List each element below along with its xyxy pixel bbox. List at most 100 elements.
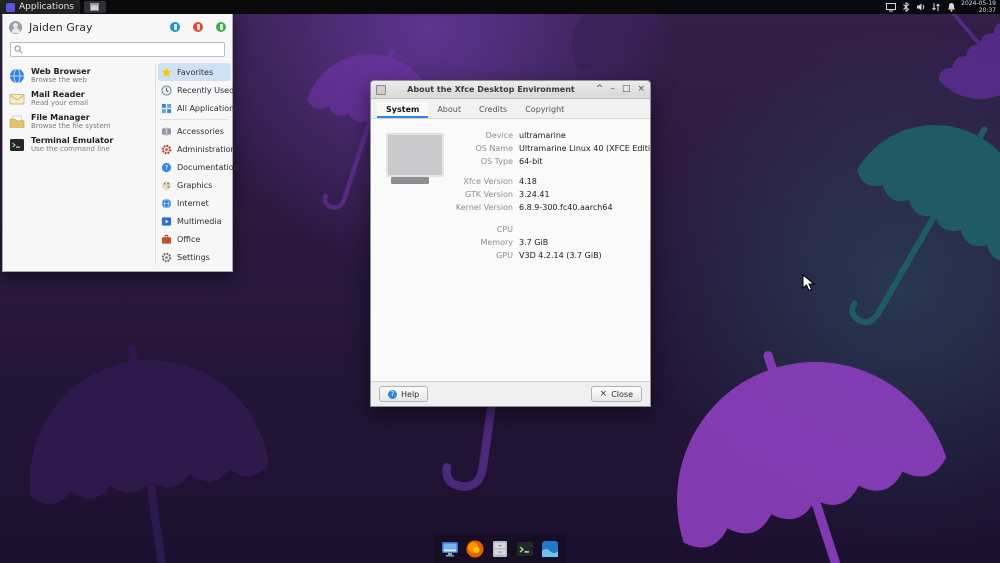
field-row: Device ultramarine bbox=[371, 129, 644, 142]
clock[interactable]: 2024-05-19 20:37 bbox=[961, 0, 996, 14]
maximize-button[interactable]: □ bbox=[622, 85, 631, 94]
web-browser-icon bbox=[9, 68, 25, 84]
launcher-mail-reader[interactable]: Mail Reader Read your email bbox=[7, 87, 153, 110]
accessories-icon bbox=[161, 126, 172, 137]
dock-display-icon[interactable] bbox=[440, 539, 460, 559]
launcher-name: Web Browser bbox=[31, 67, 91, 76]
volume-icon[interactable] bbox=[916, 2, 926, 12]
dock-files-icon[interactable] bbox=[540, 539, 560, 559]
launcher-name: Terminal Emulator bbox=[31, 136, 113, 145]
menu-logout-icon[interactable] bbox=[216, 22, 226, 32]
svg-text:?: ? bbox=[165, 163, 169, 171]
dialog-titlebar[interactable]: About the Xfce Desktop Environment ^ – □… bbox=[371, 81, 650, 99]
mail-icon bbox=[9, 91, 25, 107]
about-dialog: About the Xfce Desktop Environment ^ – □… bbox=[370, 80, 651, 407]
dock-terminal-icon[interactable] bbox=[515, 539, 535, 559]
launcher-file-manager[interactable]: File Manager Browse the file system bbox=[7, 110, 153, 133]
shade-button[interactable]: ^ bbox=[596, 85, 604, 94]
dock-file-cabinet-icon[interactable] bbox=[490, 539, 510, 559]
applications-label: Applications bbox=[19, 2, 74, 12]
notifications-bell-icon[interactable] bbox=[946, 2, 956, 12]
bluetooth-icon[interactable] bbox=[901, 2, 911, 12]
help-icon: ? bbox=[388, 390, 397, 399]
category-recently-used[interactable]: Recently Used bbox=[158, 81, 231, 99]
menu-lock-icon[interactable] bbox=[193, 22, 203, 32]
minimize-button[interactable]: – bbox=[610, 85, 615, 94]
category-office[interactable]: Office bbox=[158, 230, 231, 248]
window-icon bbox=[90, 3, 99, 11]
close-icon: × bbox=[600, 389, 608, 399]
taskbar-window-button[interactable] bbox=[84, 1, 106, 13]
field-row: Memory 3.7 GiB bbox=[371, 236, 644, 249]
top-panel: Applications 2024-05-19 20:37 bbox=[0, 0, 1000, 14]
display-tray-icon[interactable] bbox=[886, 2, 896, 12]
launcher-terminal[interactable]: Terminal Emulator Use the command line bbox=[7, 133, 153, 156]
graphics-icon bbox=[161, 180, 172, 191]
search-input[interactable] bbox=[26, 44, 224, 55]
category-separator bbox=[160, 119, 229, 120]
tab-about[interactable]: About bbox=[428, 102, 470, 118]
tab-system[interactable]: System bbox=[377, 102, 428, 118]
launcher-desc: Read your email bbox=[31, 99, 88, 107]
category-all-applications[interactable]: All Applications bbox=[158, 99, 231, 117]
dialog-footer: ? Help × Close bbox=[371, 381, 650, 406]
office-icon bbox=[161, 234, 172, 245]
category-administration[interactable]: Administration bbox=[158, 140, 231, 158]
multimedia-icon bbox=[161, 216, 172, 227]
system-tray: 2024-05-19 20:37 bbox=[886, 0, 1000, 14]
mouse-cursor bbox=[802, 274, 816, 292]
category-documentation[interactable]: ? Documentation bbox=[158, 158, 231, 176]
field-row: GTK Version 3.24.41 bbox=[371, 188, 644, 201]
field-row: OS Type 64-bit bbox=[371, 155, 644, 168]
category-favorites[interactable]: Favorites bbox=[158, 63, 231, 81]
globe-icon bbox=[161, 198, 172, 209]
category-graphics[interactable]: Graphics bbox=[158, 176, 231, 194]
help-button[interactable]: ? Help bbox=[379, 386, 428, 402]
category-settings[interactable]: Settings bbox=[158, 248, 231, 266]
dock-firefox-icon[interactable] bbox=[465, 539, 485, 559]
launcher-name: Mail Reader bbox=[31, 90, 88, 99]
launcher-name: File Manager bbox=[31, 113, 111, 122]
dock bbox=[433, 534, 567, 563]
star-icon bbox=[161, 67, 172, 78]
distro-logo-icon bbox=[6, 3, 15, 12]
search-field[interactable] bbox=[10, 42, 225, 57]
launcher-desc: Browse the file system bbox=[31, 122, 111, 130]
field-row: Xfce Version 4.18 bbox=[371, 175, 644, 188]
tab-credits[interactable]: Credits bbox=[470, 102, 516, 118]
menu-column-divider bbox=[155, 64, 156, 265]
applications-menu-button[interactable]: Applications bbox=[0, 0, 80, 14]
file-manager-icon bbox=[9, 114, 25, 130]
menu-settings-icon[interactable] bbox=[170, 22, 180, 32]
field-row: OS Name Ultramarine Linux 40 (XFCE Editi… bbox=[371, 142, 644, 155]
field-row: CPU bbox=[371, 223, 644, 236]
launcher-web-browser[interactable]: Web Browser Browse the web bbox=[7, 64, 153, 87]
favorites-list: Web Browser Browse the web Mail Reader R… bbox=[7, 64, 153, 156]
terminal-icon bbox=[9, 137, 25, 153]
administration-icon bbox=[161, 144, 172, 155]
search-icon bbox=[14, 45, 23, 54]
field-row: GPU V3D 4.2.14 (3.7 GiB) bbox=[371, 249, 644, 262]
tab-copyright[interactable]: Copyright bbox=[516, 102, 573, 118]
grid-icon bbox=[161, 103, 172, 114]
user-avatar bbox=[9, 21, 22, 34]
category-multimedia[interactable]: Multimedia bbox=[158, 212, 231, 230]
category-internet[interactable]: Internet bbox=[158, 194, 231, 212]
close-dialog-button[interactable]: × Close bbox=[591, 386, 642, 402]
whisker-menu-header: Jaiden Gray bbox=[3, 14, 232, 40]
category-list: Favorites Recently Used All Applications… bbox=[158, 63, 231, 266]
desktop: Applications 2024-05-19 20:37 bbox=[0, 0, 1000, 563]
network-icon[interactable] bbox=[931, 2, 941, 12]
window-menu-button[interactable] bbox=[376, 85, 386, 95]
close-button[interactable]: × bbox=[637, 85, 645, 94]
category-accessories[interactable]: Accessories bbox=[158, 122, 231, 140]
launcher-desc: Browse the web bbox=[31, 76, 91, 84]
clock-time: 20:37 bbox=[961, 7, 996, 14]
system-tab-content: Device ultramarine OS Name Ultramarine L… bbox=[371, 119, 650, 382]
system-info-fields: Device ultramarine OS Name Ultramarine L… bbox=[371, 129, 644, 262]
gear-icon bbox=[161, 252, 172, 263]
username: Jaiden Gray bbox=[29, 21, 93, 34]
dialog-title: About the Xfce Desktop Environment bbox=[386, 85, 596, 94]
documentation-icon: ? bbox=[161, 162, 172, 173]
clock-date: 2024-05-19 bbox=[961, 0, 996, 7]
